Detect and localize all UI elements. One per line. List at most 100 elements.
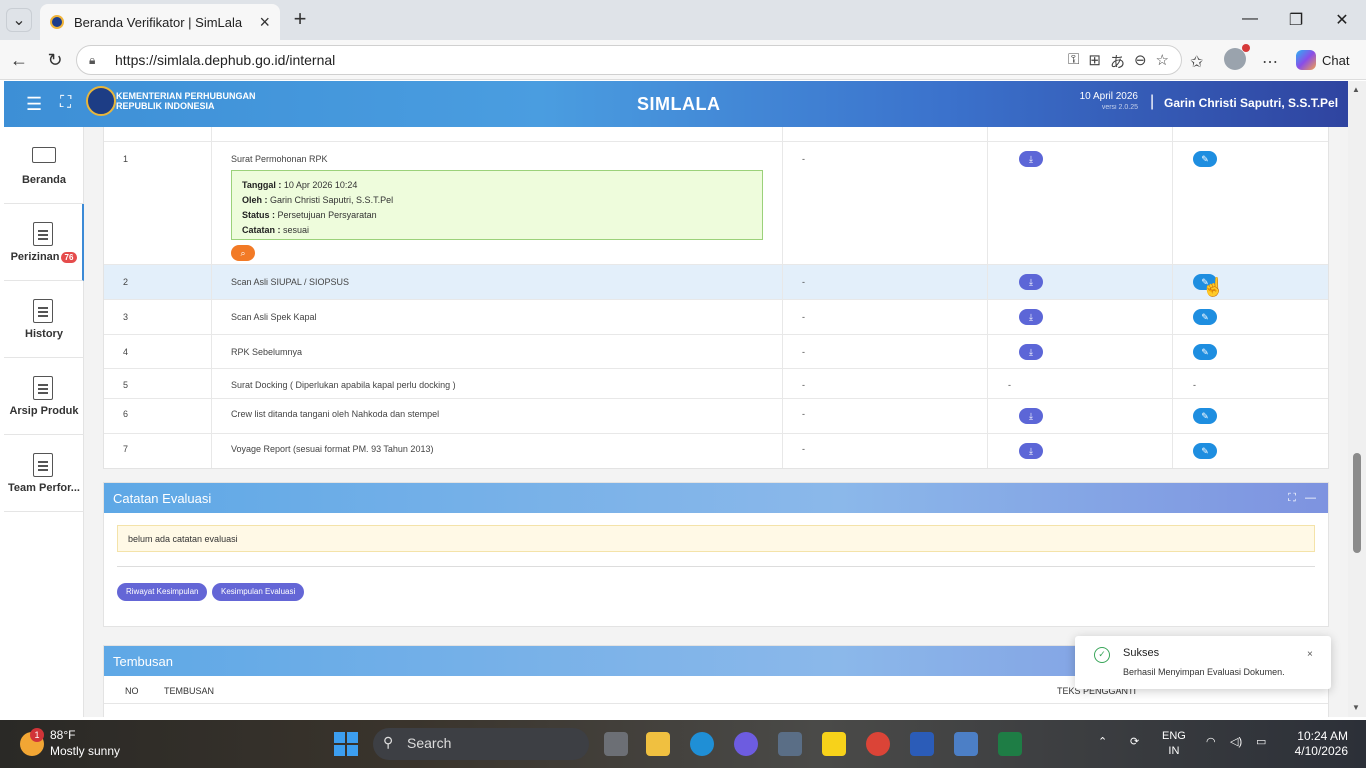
eval-status-value: Persetujuan Persyaratan xyxy=(277,210,377,220)
eval-tanggal: Tanggal : 10 Apr 2026 10:24 xyxy=(242,178,752,193)
address-bar-row: ← ↻ 🔒︎ https://simlala.dephub.go.id/inte… xyxy=(0,40,1366,80)
battery-icon[interactable]: ▭ xyxy=(1256,735,1266,748)
edit-cell: - xyxy=(1173,369,1329,398)
edit-icon[interactable]: ✎ xyxy=(1193,344,1217,360)
download-icon[interactable]: ⤓ xyxy=(1019,344,1043,360)
windows-taskbar: 1 88°F Mostly sunny ⚲ Search ⌃ ⟳ ENG IN … xyxy=(0,720,1366,768)
edit-cell: ✎ xyxy=(1173,335,1329,368)
copilot-app-icon[interactable] xyxy=(734,732,758,756)
excel-icon[interactable] xyxy=(998,732,1022,756)
clock-time: 10:24 AM xyxy=(1297,729,1348,743)
clock-date: 4/10/2026 xyxy=(1294,744,1348,758)
back-icon[interactable]: ← xyxy=(8,49,30,71)
eval-oleh-label: Oleh : xyxy=(242,195,268,205)
eval-oleh: Oleh : Garin Christi Saputri, S.S.T.Pel xyxy=(242,193,752,208)
favorites-icon[interactable]: ✩ xyxy=(1190,52,1203,72)
document-icon xyxy=(33,376,53,400)
key-icon[interactable]: ⚿ xyxy=(1068,51,1079,72)
sync-icon[interactable]: ⟳ xyxy=(1130,735,1139,748)
apps-icon[interactable]: ⊞ xyxy=(1088,51,1101,72)
edit-icon[interactable]: ✎ xyxy=(1193,309,1217,325)
camera-icon[interactable] xyxy=(778,732,802,756)
edge-icon[interactable] xyxy=(690,732,714,756)
document-name: RPK Sebelumnya xyxy=(212,335,783,368)
table-row: 1 Surat Permohonan RPK Tanggal : 10 Apr … xyxy=(104,142,1328,265)
file-explorer-icon[interactable] xyxy=(646,732,670,756)
table-row: 7 Voyage Report (sesuai format PM. 93 Ta… xyxy=(104,434,1328,468)
download-icon[interactable]: ⤓ xyxy=(1019,151,1043,167)
check-circle-icon: ✓ xyxy=(1094,647,1110,663)
minimize-icon[interactable]: — xyxy=(1240,10,1260,28)
volume-icon[interactable]: ◁) xyxy=(1230,735,1242,748)
catatan-evaluasi-panel: Catatan Evaluasi ⛶ — belum ada catatan e… xyxy=(103,482,1329,627)
sidebar-item-arsip-produk[interactable]: Arsip Produk xyxy=(4,358,84,435)
task-view-icon[interactable] xyxy=(604,732,628,756)
row-keterangan: - xyxy=(783,265,988,299)
calculator-icon[interactable] xyxy=(954,732,978,756)
eval-status: Status : Persetujuan Persyaratan xyxy=(242,208,752,223)
download-icon[interactable]: ⤓ xyxy=(1019,408,1043,424)
scroll-down-icon[interactable]: ▼ xyxy=(1352,703,1360,712)
zoom-icon[interactable]: ⊖ xyxy=(1134,51,1147,72)
user-name[interactable]: Garin Christi Saputri, S.S.T.Pel xyxy=(1164,96,1338,110)
restore-icon[interactable]: ❐ xyxy=(1286,10,1306,30)
ministry-logo xyxy=(86,86,116,116)
sidebar-item-label: History xyxy=(25,328,63,340)
evaluation-note: belum ada catatan evaluasi xyxy=(117,525,1315,552)
taskbar-search[interactable]: ⚲ Search xyxy=(373,728,589,760)
browser-tab[interactable]: Beranda Verifikator | SimLala × xyxy=(40,4,280,40)
download-cell: ⤓ xyxy=(988,265,1173,299)
word-icon[interactable] xyxy=(910,732,934,756)
row-keterangan: - xyxy=(783,434,988,468)
menu-icon[interactable]: ☰ xyxy=(26,94,42,115)
more-icon[interactable]: ⋯ xyxy=(1262,52,1278,72)
profile-avatar[interactable] xyxy=(1224,44,1250,70)
col-ket xyxy=(783,127,988,141)
new-tab-button[interactable]: + xyxy=(288,8,312,32)
download-icon[interactable]: ⤓ xyxy=(1019,443,1043,459)
favorite-star-icon[interactable]: ☆ xyxy=(1156,51,1169,72)
show-hidden-icons[interactable]: ⌃ xyxy=(1098,735,1107,748)
panel-header: Catatan Evaluasi ⛶ — xyxy=(104,483,1328,513)
wifi-icon[interactable]: ◠ xyxy=(1206,735,1216,748)
row-number: 6 xyxy=(104,399,212,433)
translate-icon[interactable]: あ xyxy=(1110,51,1125,72)
view-evaluation-button[interactable]: ⌕ xyxy=(231,245,255,261)
download-icon[interactable]: ⤓ xyxy=(1019,309,1043,325)
col-dl xyxy=(988,127,1173,141)
edit-icon[interactable]: ✎ xyxy=(1193,443,1217,459)
scroll-thumb[interactable] xyxy=(1353,453,1361,553)
sticky-notes-icon[interactable] xyxy=(822,732,846,756)
copilot-chat-button[interactable]: Chat xyxy=(1296,48,1349,72)
collapse-icon[interactable]: — xyxy=(1305,492,1316,504)
tab-list-button[interactable]: ⌄ xyxy=(6,8,32,32)
close-window-icon[interactable]: ✕ xyxy=(1332,10,1352,30)
chrome-icon[interactable] xyxy=(866,732,890,756)
edit-icon[interactable]: ✎ xyxy=(1193,151,1217,167)
system-clock[interactable]: 10:24 AM 4/10/2026 xyxy=(1294,729,1348,759)
download-icon[interactable]: ⤓ xyxy=(1019,274,1043,290)
windows-start-icon[interactable] xyxy=(334,732,358,756)
document-name: Voyage Report (sesuai format PM. 93 Tahu… xyxy=(212,434,783,468)
edit-icon[interactable]: ✎ xyxy=(1193,408,1217,424)
kesimpulan-evaluasi-button[interactable]: Kesimpulan Evaluasi xyxy=(212,583,305,601)
language-indicator[interactable]: ENG IN xyxy=(1162,729,1186,759)
riwayat-kesimpulan-button[interactable]: Riwayat Kesimpulan xyxy=(117,583,208,601)
sidebar-item-perizinan[interactable]: Perizinan 76 xyxy=(4,204,84,281)
sidebar-item-history[interactable]: History xyxy=(4,281,84,358)
close-tab-icon[interactable]: × xyxy=(259,12,270,33)
expand-icon[interactable]: ⛶ xyxy=(1288,492,1296,504)
main-content: 1 Surat Permohonan RPK Tanggal : 10 Apr … xyxy=(84,127,1348,717)
fullscreen-icon[interactable]: ⛶ xyxy=(60,94,71,112)
chat-label: Chat xyxy=(1322,52,1350,68)
toast-close-icon[interactable]: × xyxy=(1307,649,1313,660)
search-icon: ⚲ xyxy=(383,734,394,750)
table-row: 4 RPK Sebelumnya - ⤓ ✎ xyxy=(104,335,1328,369)
scroll-up-icon[interactable]: ▲ xyxy=(1352,85,1360,94)
refresh-icon[interactable]: ↻ xyxy=(44,49,66,71)
url-field[interactable]: 🔒︎ https://simlala.dephub.go.id/internal… xyxy=(76,45,1182,75)
edit-cell: ✎ xyxy=(1173,142,1329,264)
sidebar-item-team-performance[interactable]: Team Perfor... xyxy=(4,435,84,512)
page-scrollbar[interactable]: ▲ ▼ xyxy=(1348,81,1366,717)
sidebar-item-beranda[interactable]: Beranda xyxy=(4,127,84,204)
